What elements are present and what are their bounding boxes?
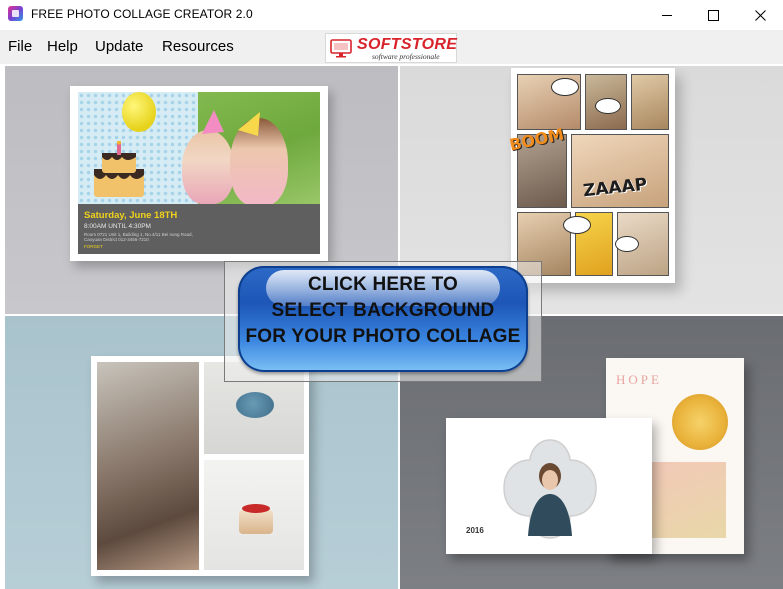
comic-cell: [631, 74, 669, 130]
logo-tagline: software professionale: [372, 52, 440, 61]
softstore-logo[interactable]: SOFTSTORE software professionale: [325, 33, 457, 63]
menu-update[interactable]: Update: [95, 38, 143, 55]
select-background-button[interactable]: CLICK HERE TO SELECT BACKGROUND FOR YOUR…: [238, 266, 528, 372]
speech-bubble: [551, 78, 579, 96]
select-background-label: CLICK HERE TO SELECT BACKGROUND FOR YOUR…: [238, 272, 528, 350]
speech-bubble: [615, 236, 639, 252]
speech-bubble: [595, 98, 621, 114]
close-icon: [754, 9, 766, 21]
birthday-card: Saturday, June 18TH 8:00AM UNTIL 4:30PM …: [70, 86, 328, 261]
dessert-photo: [646, 462, 726, 538]
couple-photo: [97, 362, 199, 570]
birthday-time: 8:00AM UNTIL 4:30PM: [84, 223, 151, 230]
speech-bubble: [563, 216, 591, 234]
menu-resources[interactable]: Resources: [162, 38, 234, 55]
birthday-address: Room 0721 Unit 1, Building 1, No.4/11 Be…: [84, 232, 193, 242]
lookbook-title: HOPE: [616, 372, 662, 387]
minimize-icon: [662, 14, 672, 16]
cta-line-3: FOR YOUR PHOTO COLLAGE: [245, 326, 521, 347]
cake-photo: [204, 460, 304, 570]
monitor-icon: [330, 39, 352, 58]
close-button[interactable]: [737, 0, 783, 30]
app-icon: [8, 6, 23, 21]
minimize-button[interactable]: [644, 0, 690, 30]
cta-line-1: CLICK HERE TO: [307, 274, 459, 295]
quatrefoil-frame: [503, 439, 597, 539]
lookbook-year: 2016: [466, 526, 484, 535]
cake-icon: [94, 141, 144, 197]
title-bar: FREE PHOTO COLLAGE CREATOR 2.0: [0, 0, 783, 30]
cake-slice: [239, 510, 273, 534]
party-hat-icon: [202, 110, 260, 136]
maximize-button[interactable]: [690, 0, 736, 30]
menu-file[interactable]: File: [8, 38, 32, 55]
maximize-icon: [707, 9, 719, 21]
cta-line-2: SELECT BACKGROUND: [271, 300, 495, 321]
berries: [242, 504, 270, 513]
comic-card: BOOM ZAAAP: [508, 68, 675, 283]
window-title: FREE PHOTO COLLAGE CREATOR 2.0: [31, 7, 253, 21]
menu-help[interactable]: Help: [47, 38, 78, 55]
lookbook-front-card: 2016: [446, 418, 652, 554]
birthday-rsvp: FORGET: [84, 244, 103, 249]
wedding-card: [91, 356, 309, 576]
muffin-photo: [672, 394, 728, 450]
balloon-icon: [122, 92, 156, 132]
child-photo-1: [182, 130, 234, 204]
heart-icon: [236, 392, 274, 418]
birthday-date: Saturday, June 18TH: [84, 210, 178, 221]
